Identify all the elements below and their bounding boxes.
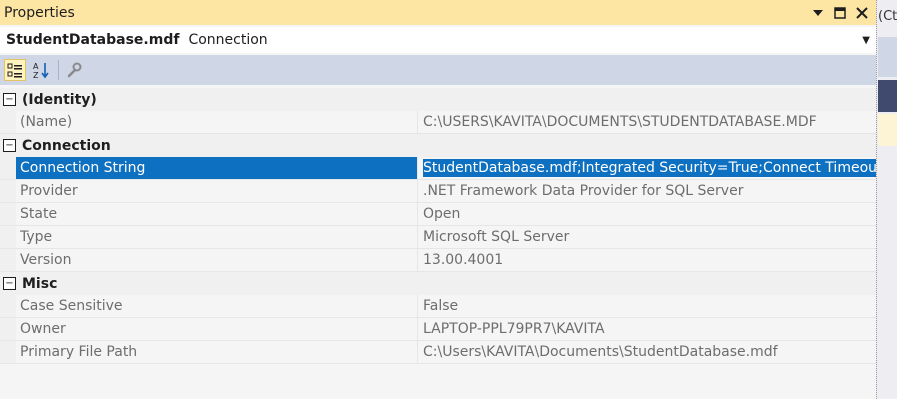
alphabetical-button[interactable]: A Z: [30, 59, 52, 81]
property-name: (Name): [16, 111, 418, 133]
property-row-state[interactable]: State Open: [0, 203, 876, 226]
property-name: Connection String: [16, 157, 418, 179]
side-header: [878, 80, 897, 112]
property-row-provider[interactable]: Provider .NET Framework Data Provider fo…: [0, 180, 876, 203]
collapse-icon[interactable]: −: [3, 139, 16, 152]
object-type: Connection: [188, 32, 268, 48]
title-bar[interactable]: Properties: [0, 0, 876, 25]
property-row-version[interactable]: Version 13.00.4001: [0, 249, 876, 272]
property-row-connection-string[interactable]: Connection String StudentDatabase.mdf;In…: [0, 157, 876, 180]
side-hint-text: (Ctr: [878, 9, 897, 24]
property-row-owner[interactable]: Owner LAPTOP-PPL79PR7\KAVITA: [0, 318, 876, 341]
property-value[interactable]: C:\USERS\KAVITA\DOCUMENTS\STUDENTDATABAS…: [418, 111, 876, 133]
property-name: Owner: [16, 318, 418, 340]
property-value[interactable]: StudentDatabase.mdf;Integrated Security=…: [423, 159, 876, 177]
collapse-icon[interactable]: −: [3, 93, 16, 106]
toolbar-separator: [58, 60, 59, 80]
properties-window: Properties StudentDatabase.mdf Connectio…: [0, 0, 876, 399]
property-row-case-sensitive[interactable]: Case Sensitive False: [0, 295, 876, 318]
property-name: Type: [16, 226, 418, 248]
property-value[interactable]: Open: [418, 203, 876, 225]
categorized-icon: [7, 63, 22, 78]
categorized-button[interactable]: [4, 59, 26, 81]
property-name: Version: [16, 249, 418, 271]
object-selector[interactable]: StudentDatabase.mdf Connection ▼: [0, 27, 876, 53]
chevron-down-icon[interactable]: ▼: [862, 35, 870, 46]
category-misc[interactable]: − Misc: [0, 272, 876, 295]
sort-alphabetical-icon: A Z: [33, 62, 49, 79]
property-grid: − (Identity) (Name) C:\USERS\KAVITA\DOCU…: [0, 88, 876, 364]
svg-text:A: A: [33, 62, 39, 71]
property-name: Case Sensitive: [16, 295, 418, 317]
window-dropdown-icon[interactable]: [810, 5, 826, 21]
close-icon[interactable]: [854, 5, 870, 21]
wrench-icon: [67, 62, 82, 78]
category-label: Misc: [22, 275, 58, 292]
maximize-icon[interactable]: [832, 5, 848, 21]
property-name: State: [16, 203, 418, 225]
property-value[interactable]: C:\Users\KAVITA\Documents\StudentDatabas…: [418, 341, 876, 363]
property-row-primary-file-path[interactable]: Primary File Path C:\Users\KAVITA\Docume…: [0, 341, 876, 364]
object-name: StudentDatabase.mdf: [6, 32, 180, 48]
property-value[interactable]: .NET Framework Data Provider for SQL Ser…: [418, 180, 876, 202]
category-label: Connection: [22, 137, 111, 154]
property-row-name[interactable]: (Name) C:\USERS\KAVITA\DOCUMENTS\STUDENT…: [0, 111, 876, 134]
property-pages-button[interactable]: [63, 59, 85, 81]
window-title: Properties: [4, 4, 75, 21]
side-highlight: [878, 114, 897, 146]
category-connection[interactable]: − Connection: [0, 134, 876, 157]
property-value-cell[interactable]: StudentDatabase.mdf;Integrated Security=…: [418, 157, 876, 179]
category-identity[interactable]: − (Identity): [0, 88, 876, 111]
collapse-icon[interactable]: −: [3, 277, 16, 290]
property-value[interactable]: Microsoft SQL Server: [418, 226, 876, 248]
property-value[interactable]: 13.00.4001: [418, 249, 876, 271]
property-name: Provider: [16, 180, 418, 202]
category-label: (Identity): [22, 91, 97, 108]
adjacent-panel-edge: (Ctr: [876, 0, 897, 399]
property-value[interactable]: LAPTOP-PPL79PR7\KAVITA: [418, 318, 876, 340]
property-value[interactable]: False: [418, 295, 876, 317]
properties-toolbar: A Z: [0, 55, 876, 85]
property-name: Primary File Path: [16, 341, 418, 363]
property-row-type[interactable]: Type Microsoft SQL Server: [0, 226, 876, 249]
svg-text:Z: Z: [33, 71, 39, 79]
side-toolbar: [878, 37, 897, 77]
